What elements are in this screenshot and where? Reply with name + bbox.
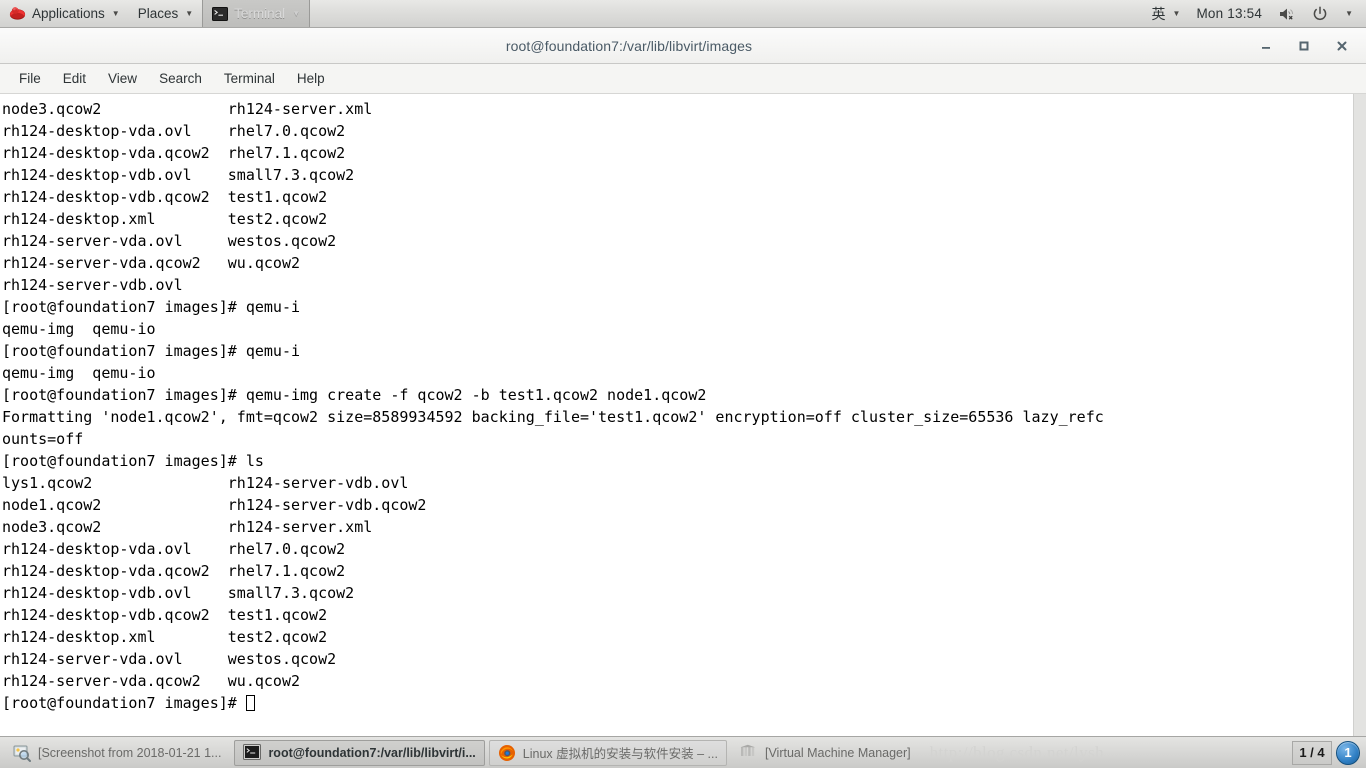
taskbar-item-virtual-machine-manager[interactable]: [Virtual Machine Manager] (731, 740, 920, 766)
window-titlebar[interactable]: root@foundation7:/var/lib/libvirt/images (0, 28, 1366, 64)
taskbar-spacer: http://blog.csdn.net/lysh (922, 737, 1292, 768)
terminal-scrollback: node3.qcow2 rh124-server.xml rh124-deskt… (2, 100, 1104, 690)
notification-count: 1 (1344, 745, 1352, 760)
input-method-indicator[interactable]: 英 ▼ (1145, 0, 1188, 27)
taskbar-item-label: root@foundation7:/var/lib/libvirt/i... (268, 745, 476, 760)
taskbar-item-label: [Screenshot from 2018-01-21 1... (38, 745, 222, 760)
menu-bar: File Edit View Search Terminal Help (0, 64, 1366, 94)
power-icon[interactable] (1305, 0, 1335, 27)
applications-menu[interactable]: Applications ▼ (0, 0, 129, 27)
window-controls (1258, 38, 1366, 54)
workspace-indicator-label: 1 / 4 (1299, 745, 1325, 760)
chevron-down-icon: ▼ (1172, 9, 1181, 18)
taskbar-item-label: Linux 虚拟机的安装与软件安装 – ... (522, 747, 718, 761)
terminal-scrollbar[interactable] (1353, 94, 1366, 736)
taskbar-item-terminal[interactable]: root@foundation7:/var/lib/libvirt/i... (234, 739, 485, 766)
panel-window-terminal-label: Terminal (234, 6, 286, 21)
terminal-icon (212, 6, 229, 21)
volume-muted-icon[interactable] (1271, 0, 1303, 27)
redhat-logo-icon (9, 5, 26, 22)
minimize-button[interactable] (1258, 38, 1274, 54)
vmm-icon (740, 744, 758, 762)
places-menu[interactable]: Places ▼ (129, 0, 202, 27)
chevron-down-icon: ▼ (111, 9, 120, 18)
menu-search[interactable]: Search (148, 68, 213, 90)
terminal-cursor (245, 695, 255, 711)
screenshot-icon (13, 744, 31, 762)
terminal-icon (243, 743, 262, 762)
menu-help[interactable]: Help (286, 68, 336, 90)
panel-status-area: 英 ▼ Mon 13:54 ▼ (1145, 0, 1366, 27)
menu-view[interactable]: View (97, 68, 148, 90)
top-panel: Applications ▼ Places ▼ Terminal ▼ 英 ▼ M… (0, 0, 1366, 28)
firefox-icon (498, 744, 516, 762)
terminal-prompt: [root@foundation7 images]# (2, 694, 246, 712)
terminal-window: root@foundation7:/var/lib/libvirt/images… (0, 28, 1366, 736)
terminal-body[interactable]: node3.qcow2 rh124-server.xml rh124-deskt… (0, 94, 1366, 736)
chevron-down-icon: ▼ (1345, 9, 1353, 18)
menu-file[interactable]: File (8, 68, 52, 90)
applications-menu-label: Applications (32, 6, 105, 21)
taskbar-item-screenshot[interactable]: [Screenshot from 2018-01-21 1... (4, 740, 230, 766)
panel-window-terminal[interactable]: Terminal ▼ (202, 0, 311, 27)
places-menu-label: Places (137, 6, 179, 21)
workspace-switcher[interactable]: 1 / 4 (1292, 740, 1332, 765)
menu-edit[interactable]: Edit (52, 68, 97, 90)
clock[interactable]: Mon 13:54 (1189, 0, 1269, 27)
input-method-label: 英 (1151, 5, 1166, 22)
maximize-button[interactable] (1296, 38, 1312, 54)
system-menu-chevron[interactable]: ▼ (1337, 0, 1360, 27)
taskbar-item-firefox[interactable]: Linux 虚拟机的安装与软件安装 – ... (488, 739, 727, 766)
page-title: root@foundation7:/var/lib/libvirt/images (505, 37, 753, 54)
notification-badge[interactable]: 1 (1336, 740, 1360, 765)
taskbar-item-label: [Virtual Machine Manager] (764, 745, 911, 760)
chevron-down-icon: ▼ (185, 9, 194, 18)
chevron-down-icon: ▼ (292, 9, 301, 18)
close-button[interactable] (1334, 38, 1350, 54)
clock-label: Mon 13:54 (1196, 6, 1263, 21)
menu-terminal[interactable]: Terminal (213, 68, 286, 90)
taskbar: [Screenshot from 2018-01-21 1... root@fo… (0, 736, 1366, 768)
terminal-output[interactable]: node3.qcow2 rh124-server.xml rh124-deskt… (0, 94, 1353, 736)
watermark-text: http://blog.csdn.net/lysh (929, 742, 1104, 762)
